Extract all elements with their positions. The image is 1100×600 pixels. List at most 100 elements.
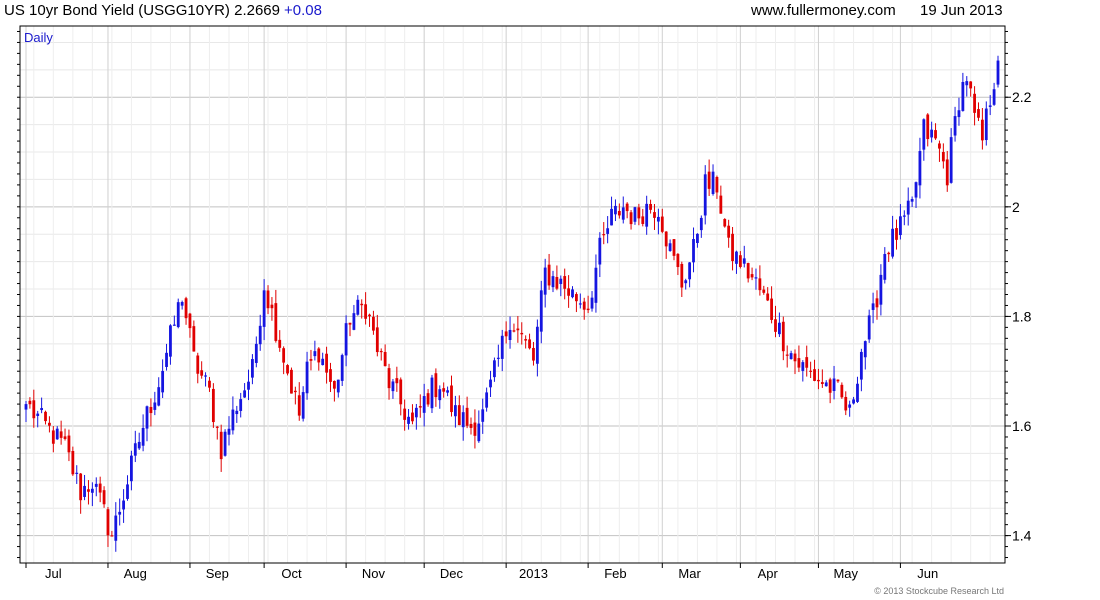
candle <box>645 195 649 235</box>
candle-body <box>141 427 145 446</box>
candle <box>231 396 235 435</box>
candle-body <box>875 298 879 308</box>
candle <box>688 262 692 288</box>
candle <box>571 286 574 299</box>
candle-body <box>817 379 820 382</box>
candle <box>270 297 274 321</box>
candle <box>215 426 219 440</box>
candle-body <box>926 114 930 140</box>
candle-body <box>965 81 969 86</box>
candle <box>114 502 118 552</box>
candle-body <box>789 353 793 360</box>
candle-body <box>344 323 348 356</box>
candle-body <box>98 483 102 493</box>
candle-body <box>953 116 957 136</box>
candle-body <box>481 409 485 422</box>
candle-body <box>895 228 898 240</box>
candle-body <box>668 243 672 252</box>
candle-body <box>399 379 403 405</box>
candle <box>859 348 863 392</box>
candle-body <box>738 255 742 267</box>
candle <box>500 329 504 372</box>
candle <box>278 330 282 352</box>
candle-body <box>235 410 239 415</box>
x-tick-label: May <box>833 566 858 581</box>
candle <box>875 290 879 320</box>
candle <box>251 354 254 385</box>
candle <box>442 382 446 398</box>
candle-body <box>375 327 379 353</box>
candle <box>258 314 262 351</box>
candle-body <box>258 325 262 345</box>
candle-body <box>672 239 676 256</box>
candle-body <box>653 212 656 218</box>
candle-body <box>372 316 375 331</box>
candle-body <box>231 409 235 431</box>
candle <box>649 199 652 214</box>
candle <box>614 199 617 222</box>
candle-body <box>383 351 387 367</box>
candle-body <box>684 280 688 284</box>
candle-body <box>656 216 660 222</box>
candle-body <box>980 119 984 141</box>
candle-body <box>766 293 770 301</box>
candle-body <box>637 207 641 219</box>
candle-body <box>727 225 731 238</box>
candle <box>227 416 231 446</box>
candle-body <box>852 399 855 404</box>
candle-body <box>957 110 961 118</box>
candle <box>106 506 110 547</box>
candle-body <box>902 215 906 217</box>
candle <box>434 368 438 407</box>
candle-body <box>450 385 453 413</box>
candle-body <box>856 383 859 402</box>
candle-body <box>44 411 47 422</box>
candle-body <box>703 174 707 216</box>
candle <box>204 372 207 387</box>
candle <box>473 409 477 449</box>
candle-body <box>528 339 531 349</box>
candle-body <box>169 325 172 357</box>
candle <box>996 55 1000 88</box>
candle-body <box>813 369 816 381</box>
candle-body <box>204 375 207 377</box>
candle-body <box>137 441 141 449</box>
candle <box>750 267 754 281</box>
candle <box>707 159 711 196</box>
candle <box>282 346 286 375</box>
candle <box>188 312 192 338</box>
candle-body <box>711 171 715 194</box>
candle <box>941 143 945 169</box>
candle-body <box>172 324 176 326</box>
candle-body <box>301 392 305 419</box>
candle <box>55 426 59 440</box>
candle-body <box>629 212 633 225</box>
x-tick-label: Mar <box>678 566 701 581</box>
candle <box>801 360 805 382</box>
candle-body <box>692 239 695 263</box>
candle-body <box>770 298 773 320</box>
candle <box>63 428 67 441</box>
period-label: Daily <box>24 30 53 45</box>
candle-body <box>55 428 59 440</box>
candle-body <box>516 328 520 331</box>
candle <box>418 394 422 418</box>
candle <box>539 280 543 344</box>
candle-body <box>469 423 473 428</box>
candle <box>176 298 180 329</box>
candle <box>727 219 731 248</box>
candle <box>680 261 684 297</box>
candle-body <box>153 402 157 410</box>
candle-body <box>446 390 449 393</box>
candle-body <box>723 219 727 227</box>
candle <box>938 140 941 162</box>
candle-body <box>824 382 828 387</box>
candle <box>79 472 83 514</box>
candle-body <box>551 276 555 288</box>
candle <box>122 489 125 523</box>
candle-body <box>555 276 559 289</box>
candle <box>223 429 227 457</box>
candle-body <box>688 262 692 280</box>
candle-body <box>293 390 297 393</box>
candle <box>67 429 71 462</box>
